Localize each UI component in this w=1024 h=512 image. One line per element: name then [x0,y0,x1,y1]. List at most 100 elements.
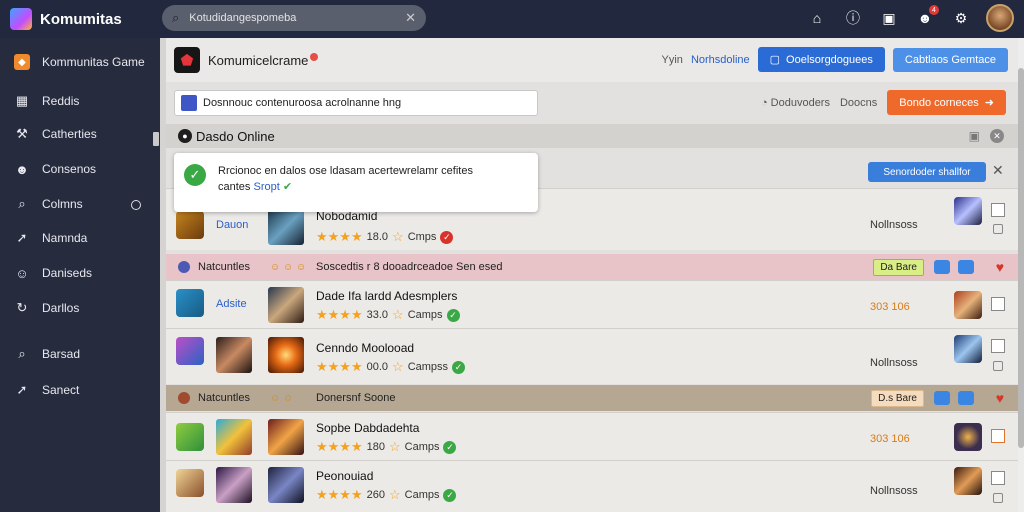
search-input[interactable] [189,12,406,24]
user-thumbnail[interactable] [954,335,982,363]
row-title[interactable]: Cenndo Moolooad [316,341,414,355]
row-checkbox[interactable] [991,297,1005,311]
game-thumbnail[interactable] [268,419,304,455]
sidebar-item-consenos[interactable]: ☻ Consenos [14,161,96,177]
rating-stars: ★★★★ [316,307,363,322]
people-icon: ☺ [15,265,29,281]
row-left-label[interactable]: Dauon [216,219,248,231]
wrench-icon: ⚒ [16,126,28,141]
row-left-label[interactable]: Adsite [216,298,247,310]
sidebar-item-reddis[interactable]: ▦ Reddis [14,93,80,109]
notification-icon[interactable]: ☻ 4 [914,5,939,29]
scrollbar-thumb[interactable] [1018,68,1024,448]
info-icon[interactable]: ⓘ [842,7,864,29]
close-icon[interactable]: ✕ [992,162,1004,179]
status-check-icon: ✓ [443,440,457,454]
sticky-action-button[interactable]: Senordoder shallfor [868,162,986,182]
sidebar-item-catherties[interactable]: ⚒ Catherties [14,126,97,142]
user-thumbnail[interactable] [954,423,982,451]
star-icon: ☆ [392,359,404,374]
sidebar-item-sanect[interactable]: ➚ Sanect [14,382,80,398]
row-checkbox[interactable] [991,203,1005,217]
row-lock-icon[interactable] [993,493,1003,503]
group-header[interactable]: Natcuntles ☺ ☺ Donersnf Soone D.s Bare ♥ [166,385,1018,411]
user-thumbnail[interactable] [954,291,982,319]
settings-icon[interactable]: ⚙ [950,7,972,29]
avatar[interactable] [216,467,252,503]
sidebar-item-label: Sanect [42,383,80,397]
heart-icon[interactable]: ♥ [996,259,1004,275]
row-checkbox[interactable] [991,339,1005,353]
sidebar-item-daniseds[interactable]: ☺ Daniseds [14,265,92,281]
item-icon [176,211,204,239]
search-icon: ⌕ [172,10,180,25]
close-section-icon[interactable]: ✕ [990,129,1004,143]
game-thumbnail[interactable] [268,467,304,503]
avatar[interactable] [216,419,252,455]
sidebar-item-darllos[interactable]: ↻ Darllos [14,300,80,316]
row-lock-icon[interactable] [993,224,1003,234]
header-link[interactable]: Norhsdoline [691,54,750,66]
sidebar-item-colmns[interactable]: ⌕ Colmns [14,196,82,212]
status-filter[interactable]: ◔ Doduvoders [761,97,830,109]
row-title[interactable]: Sopbe Dabdadehta [316,421,419,435]
sidebar-item-label: Barsad [42,347,81,361]
group-header[interactable]: Natcuntles ☺ ☺ ☺ Soscedtis r 8 dooadrcea… [166,254,1018,280]
game-icon: ◆ [14,54,30,70]
sidebar-toggle[interactable] [131,200,141,210]
secondary-button[interactable]: Cabtlaos Gemtace [892,47,1008,72]
group-pill[interactable]: Da Bare [873,258,924,276]
sidebar-item-game[interactable]: ◆ Kommunitas Game [14,54,145,70]
clear-search-icon[interactable]: ✕ [405,10,416,26]
table-row[interactable]: Adsite Dade Ifa lardd Adesmplers ★★★★ 33… [166,280,1018,328]
rating-stars: ★★★★ [316,487,363,502]
sidebar-item-namnda[interactable]: ➚ Namnda [14,230,88,246]
popup-prefix: cantes [218,181,251,193]
chat-icon[interactable] [958,391,974,405]
status-check-icon: ✓ [443,488,457,502]
scrollbar[interactable] [1018,38,1024,512]
image-icon[interactable]: ▣ [878,7,900,29]
rating-value: 180 [366,441,385,453]
rating-stars: ★★★★ [316,229,363,244]
status-check-icon: ✓ [446,308,460,322]
row-title[interactable]: Peonouiad [316,469,373,483]
header-link-label[interactable]: Yyin [662,54,683,66]
group-pill[interactable]: D.s Bare [871,389,924,407]
game-thumbnail[interactable] [268,287,304,323]
primary-button[interactable]: ▢ Ooelsorgdoguees [757,47,885,72]
success-icon: ✓ [184,164,206,186]
section-header: ● Dasdo Online ▣ ✕ [166,124,1018,148]
table-row[interactable]: Sopbe Dabdadehta ★★★★ 180 ☆ Camps ✓ 303 … [166,412,1018,460]
popup-link[interactable]: Sropt [253,181,279,193]
home-icon[interactable]: ⌂ [806,7,828,29]
table-row[interactable]: Cenndo Moolooad ★★★★ 00.0 ☆ Campss ✓ Nol… [166,328,1018,384]
sidebar-item-label: Namnda [42,231,88,245]
chat-icon[interactable] [958,260,974,274]
sort-filter[interactable]: Doocns [840,97,877,109]
user-thumbnail[interactable] [954,197,982,225]
rating-value: 18.0 [366,231,389,243]
avatar[interactable] [216,337,252,373]
window-icon[interactable]: ▣ [969,129,980,143]
search-bar[interactable]: ⌕ ✕ [162,5,426,31]
game-thumbnail[interactable] [268,209,304,245]
sidebar-resize-handle[interactable] [153,132,159,146]
check-icon: ✔ [282,181,293,193]
table-row[interactable]: Peonouiad ★★★★ 260 ☆ Camps ✓ Nollnsoss [166,460,1018,512]
create-button[interactable]: Bondo corneces ➜ [887,90,1006,115]
chat-icon[interactable] [934,260,950,274]
game-thumbnail[interactable] [268,337,304,373]
user-avatar[interactable] [986,4,1014,32]
filter-input[interactable]: Dosnnouc contenuroosa acrolnanne hng [174,90,538,116]
heart-icon[interactable]: ♥ [996,390,1004,406]
row-title[interactable]: Dade Ifa lardd Adesmplers [316,289,457,303]
rating-value: 00.0 [366,361,389,373]
row-checkbox[interactable] [991,429,1005,443]
row-checkbox[interactable] [991,471,1005,485]
sidebar-item-barsad[interactable]: ⌕ Barsad [14,346,80,362]
user-thumbnail[interactable] [954,467,982,495]
app-logo[interactable]: Komumitas [10,8,160,30]
chat-icon[interactable] [934,391,950,405]
row-lock-icon[interactable] [993,361,1003,371]
